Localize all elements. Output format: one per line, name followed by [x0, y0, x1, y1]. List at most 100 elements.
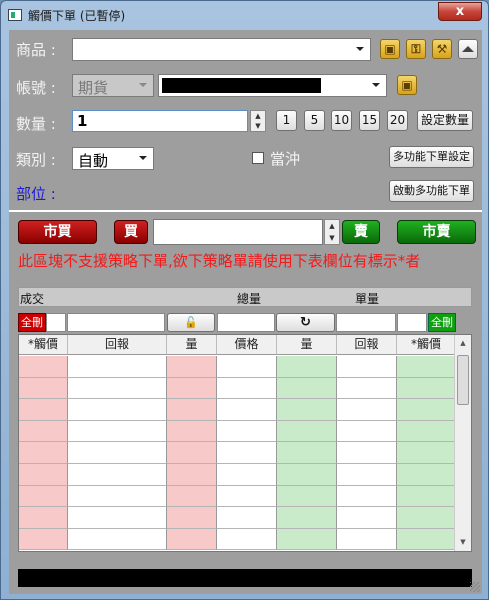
quick-qty-10-button[interactable]: 10 — [331, 110, 352, 131]
grid-cell[interactable] — [397, 399, 456, 421]
stepper-down-icon[interactable]: ▼ — [325, 232, 339, 244]
grid-cell[interactable] — [337, 528, 397, 551]
grid-cell[interactable] — [167, 377, 217, 400]
grid-cell[interactable] — [217, 485, 277, 508]
grid-cell[interactable] — [68, 528, 167, 551]
grid-cell[interactable] — [19, 464, 68, 486]
activate-multi-order-button[interactable]: 啟動多功能下單 — [389, 180, 474, 202]
lock-button[interactable]: ▣ — [380, 39, 400, 59]
resize-grip-icon[interactable] — [470, 582, 480, 592]
collapse-button[interactable] — [458, 39, 478, 59]
grid-cell[interactable] — [68, 485, 167, 508]
price-input[interactable] — [153, 219, 323, 245]
order-type-select[interactable]: 自動 — [72, 147, 154, 170]
grid-cell[interactable] — [167, 507, 217, 529]
grid-cell[interactable] — [337, 377, 397, 400]
col-header-buy-trigger[interactable]: *觸價 — [19, 335, 68, 355]
grid-cell[interactable] — [397, 485, 456, 508]
grid-cell[interactable] — [19, 356, 68, 378]
grid-cell[interactable] — [68, 399, 167, 421]
quick-qty-15-button[interactable]: 15 — [359, 110, 380, 131]
close-button[interactable]: x — [438, 2, 482, 21]
grid-cell[interactable] — [277, 377, 337, 400]
grid-cell[interactable] — [337, 420, 397, 443]
grid-cell[interactable] — [68, 420, 167, 443]
grid-cell[interactable] — [277, 507, 337, 529]
grid-cell[interactable] — [397, 377, 456, 400]
price-stepper[interactable]: ▲ ▼ — [324, 219, 340, 245]
quick-qty-20-button[interactable]: 20 — [387, 110, 408, 131]
grid-cell[interactable] — [68, 507, 167, 529]
grid-cell[interactable] — [337, 442, 397, 464]
quick-qty-5-button[interactable]: 5 — [304, 110, 325, 131]
grid-cell[interactable] — [217, 356, 277, 378]
scroll-up-icon[interactable]: ▲ — [455, 335, 471, 352]
grid-cell[interactable] — [167, 442, 217, 464]
multi-order-setting-button[interactable]: 多功能下單設定 — [389, 146, 474, 168]
grid-cell[interactable] — [397, 528, 456, 551]
grid-cell[interactable] — [277, 464, 337, 486]
scroll-down-icon[interactable]: ▼ — [455, 534, 471, 551]
grid-cell[interactable] — [217, 377, 277, 400]
key-button[interactable]: ⚿ — [406, 39, 426, 59]
scroll-thumb[interactable] — [457, 355, 469, 405]
product-combobox[interactable] — [72, 38, 371, 61]
grid-cell[interactable] — [277, 420, 337, 443]
grid-cell[interactable] — [337, 356, 397, 378]
col-header-price[interactable]: 價格 — [217, 335, 277, 355]
col-header-sell-report[interactable]: 回報 — [337, 335, 397, 355]
grid-cell[interactable] — [217, 464, 277, 486]
refresh-button[interactable]: ↻ — [276, 313, 335, 332]
grid-cell[interactable] — [167, 399, 217, 421]
stepper-down-icon[interactable]: ▼ — [251, 121, 265, 131]
grid-cell[interactable] — [19, 399, 68, 421]
grid-cell[interactable] — [167, 420, 217, 443]
set-quantity-button[interactable]: 設定數量 — [417, 110, 473, 131]
delete-all-buy-button[interactable]: 全刪 — [18, 313, 46, 332]
grid-cell[interactable] — [217, 442, 277, 464]
grid-cell[interactable] — [217, 507, 277, 529]
grid-cell[interactable] — [68, 356, 167, 378]
quantity-stepper[interactable]: ▲ ▼ — [250, 110, 266, 132]
buy-button[interactable]: 買 — [114, 220, 148, 244]
grid-cell[interactable] — [277, 442, 337, 464]
col-header-buy-report[interactable]: 回報 — [68, 335, 167, 355]
grid-cell[interactable] — [19, 485, 68, 508]
grid-cell[interactable] — [397, 356, 456, 378]
grid-cell[interactable] — [397, 442, 456, 464]
grid-cell[interactable] — [167, 528, 217, 551]
grid-cell[interactable] — [217, 420, 277, 443]
col-header-buy-qty[interactable]: 量 — [167, 335, 217, 355]
account-lock-button[interactable]: ▣ — [397, 75, 417, 95]
account-type-select[interactable]: 期貨 — [72, 74, 154, 97]
daytrade-checkbox[interactable] — [252, 152, 264, 164]
grid-cell[interactable] — [167, 356, 217, 378]
grid-cell[interactable] — [19, 507, 68, 529]
sell-button[interactable]: 賣 — [342, 220, 380, 244]
grid-cell[interactable] — [337, 507, 397, 529]
grid-cell[interactable] — [19, 420, 68, 443]
grid-cell[interactable] — [277, 528, 337, 551]
grid-cell[interactable] — [167, 464, 217, 486]
grid-cell[interactable] — [68, 464, 167, 486]
col-header-sell-qty[interactable]: 量 — [277, 335, 337, 355]
quick-qty-1-button[interactable]: 1 — [276, 110, 297, 131]
unlock-button[interactable]: 🔓 — [167, 313, 215, 332]
grid-cell[interactable] — [397, 507, 456, 529]
grid-cell[interactable] — [217, 528, 277, 551]
stepper-up-icon[interactable]: ▲ — [251, 111, 265, 121]
market-buy-button[interactable]: 市買 — [18, 220, 97, 244]
grid-cell[interactable] — [337, 399, 397, 421]
grid-cell[interactable] — [397, 420, 456, 443]
grid-cell[interactable] — [19, 377, 68, 400]
grid-cell[interactable] — [68, 377, 167, 400]
col-header-sell-trigger[interactable]: *觸價 — [397, 335, 456, 355]
settings-wrench-button[interactable]: ⚒ — [432, 39, 452, 59]
market-sell-button[interactable]: 市賣 — [397, 220, 476, 244]
grid-cell[interactable] — [19, 528, 68, 551]
stepper-up-icon[interactable]: ▲ — [325, 220, 339, 232]
grid-cell[interactable] — [68, 442, 167, 464]
grid-cell[interactable] — [337, 485, 397, 508]
grid-cell[interactable] — [397, 464, 456, 486]
grid-cell[interactable] — [277, 356, 337, 378]
